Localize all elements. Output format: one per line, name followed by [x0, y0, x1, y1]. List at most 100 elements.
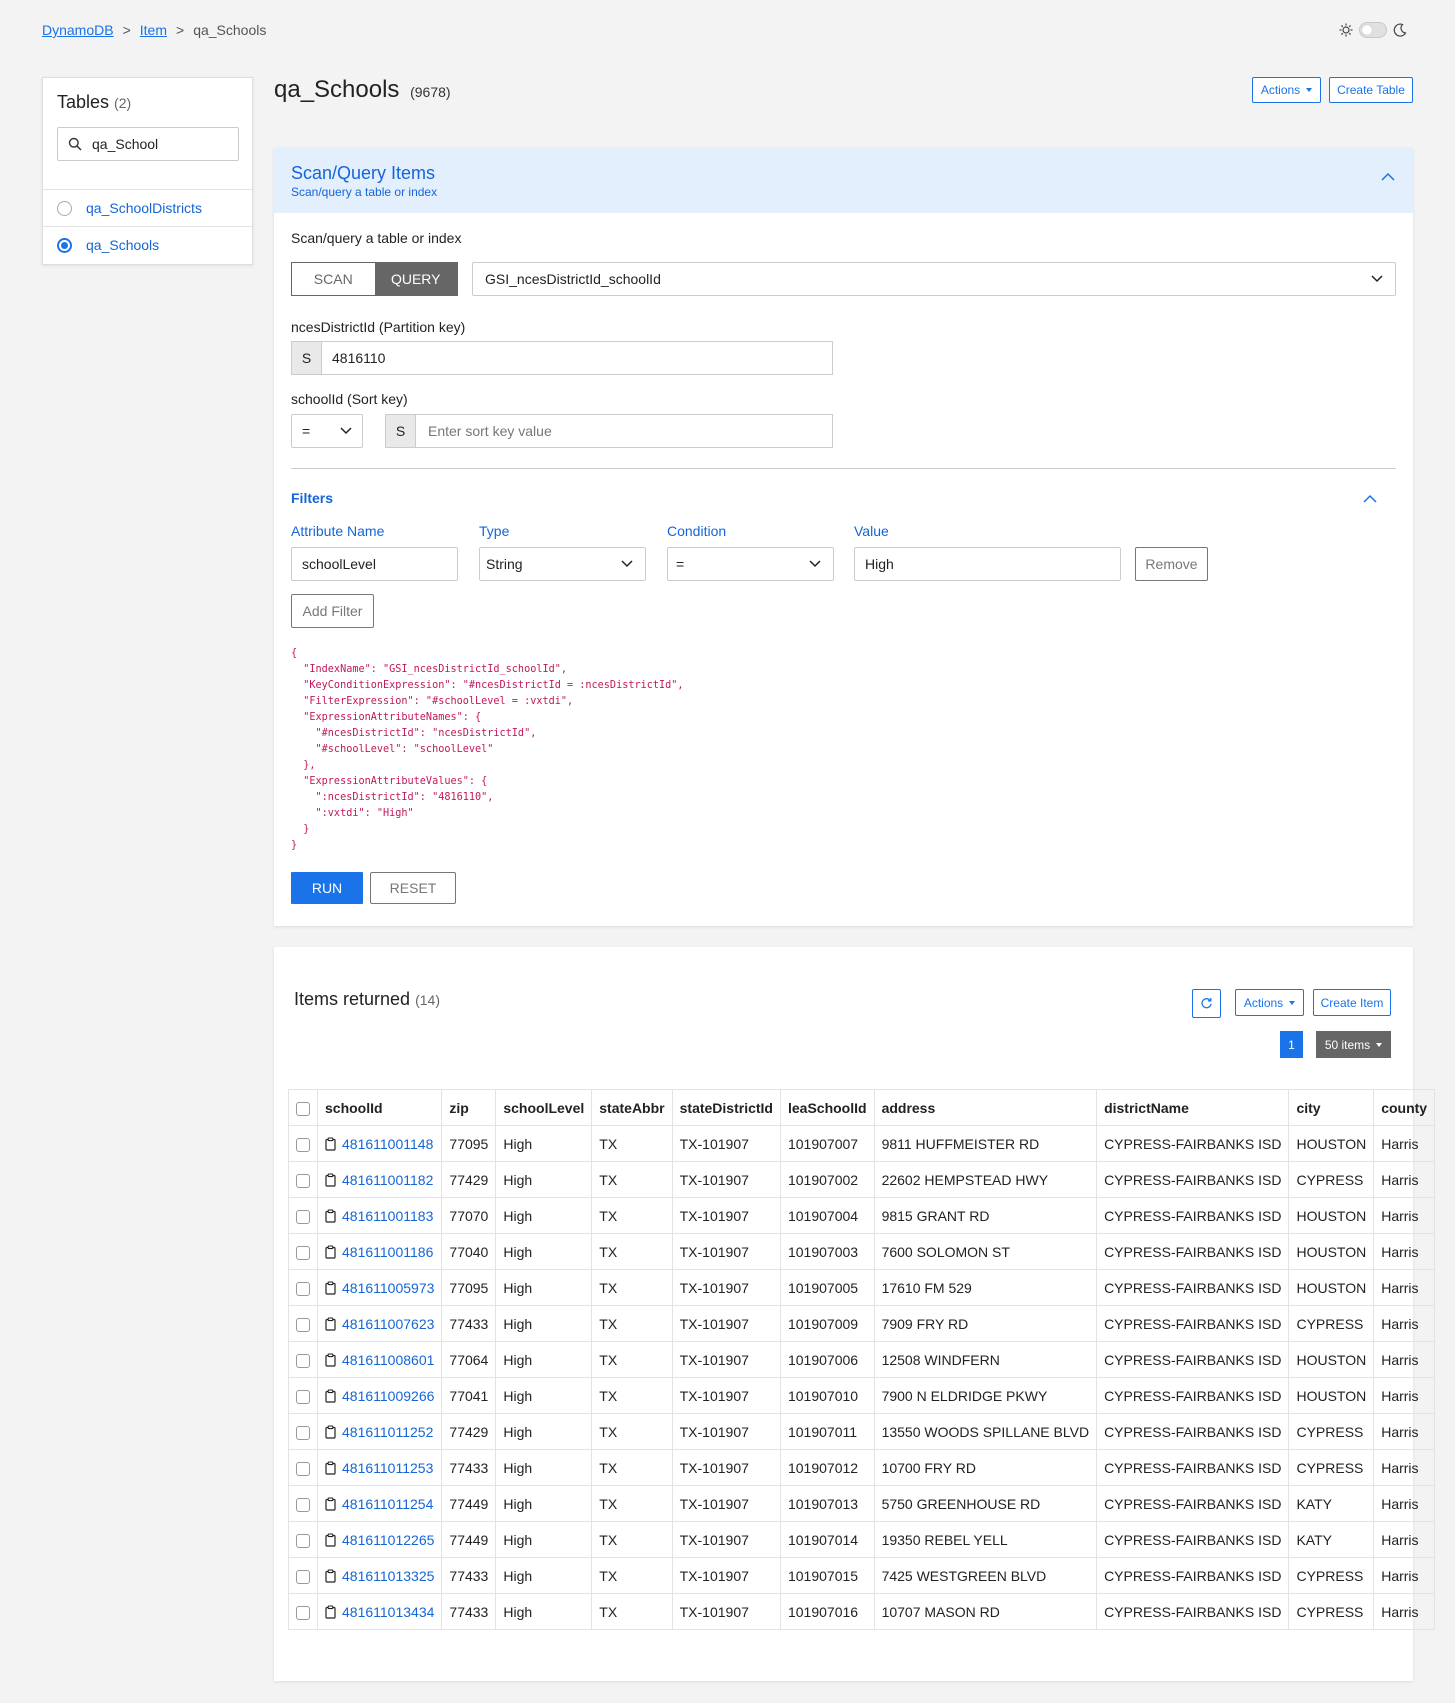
table-row[interactable]: 481611005973 77095 High TX TX-101907 10190700…: [288, 1269, 1436, 1306]
row-checkbox[interactable]: [296, 1173, 310, 1188]
sort-key-input[interactable]: [426, 422, 832, 440]
column-header[interactable]: districtName: [1096, 1089, 1290, 1126]
copy-clipboard-icon[interactable]: [325, 1352, 336, 1367]
filter-type-select[interactable]: String: [479, 547, 646, 581]
run-button[interactable]: RUN: [291, 872, 363, 904]
row-checkbox[interactable]: [296, 1209, 310, 1224]
create-table-button[interactable]: Create Table: [1329, 77, 1413, 103]
row-checkbox[interactable]: [296, 1533, 310, 1548]
row-checkbox[interactable]: [296, 1389, 310, 1404]
table-row[interactable]: 481611011254 77449 High TX TX-101907 10190701…: [288, 1485, 1436, 1522]
table-row[interactable]: 481611001183 77070 High TX TX-101907 10190700…: [288, 1197, 1436, 1234]
theme-toggle[interactable]: [1359, 22, 1387, 38]
row-checkbox[interactable]: [296, 1605, 310, 1620]
page-size-select[interactable]: 50 items: [1316, 1031, 1391, 1058]
table-row[interactable]: 481611012265 77449 High TX TX-101907 10190701…: [288, 1521, 1436, 1558]
select-all-checkbox[interactable]: [296, 1101, 310, 1116]
copy-clipboard-icon[interactable]: [325, 1460, 336, 1475]
school-id-link[interactable]: 481611013434: [342, 1604, 434, 1620]
row-checkbox[interactable]: [296, 1137, 310, 1152]
table-radio[interactable]: [57, 200, 72, 216]
table-name[interactable]: qa_SchoolDistricts: [86, 200, 202, 216]
copy-clipboard-icon[interactable]: [325, 1496, 336, 1511]
items-actions-button[interactable]: Actions: [1235, 989, 1304, 1016]
chevron-up-icon[interactable]: [1363, 494, 1377, 503]
copy-clipboard-icon[interactable]: [325, 1208, 336, 1223]
table-actions-button[interactable]: Actions: [1252, 77, 1321, 103]
column-header[interactable]: county: [1373, 1089, 1436, 1126]
sort-key-field[interactable]: S: [385, 414, 833, 448]
filters-title[interactable]: Filters: [291, 490, 333, 506]
table-row[interactable]: 481611001186 77040 High TX TX-101907 10190700…: [288, 1233, 1436, 1270]
scan-mode-button[interactable]: SCAN: [292, 263, 375, 295]
column-header[interactable]: zip: [441, 1089, 497, 1126]
query-mode-button[interactable]: QUERY: [374, 263, 457, 295]
reset-button[interactable]: RESET: [370, 872, 456, 904]
school-id-link[interactable]: 481611005973: [342, 1280, 434, 1296]
school-id-link[interactable]: 481611013325: [342, 1568, 434, 1584]
school-id-link[interactable]: 481611008601: [342, 1352, 434, 1368]
sidebar-item-qa-schools[interactable]: qa_Schools: [43, 226, 252, 263]
chevron-up-icon[interactable]: [1381, 172, 1395, 181]
column-header[interactable]: address: [873, 1089, 1098, 1126]
refresh-button[interactable]: [1192, 989, 1221, 1018]
row-checkbox[interactable]: [296, 1461, 310, 1476]
copy-clipboard-icon[interactable]: [325, 1568, 336, 1583]
copy-clipboard-icon[interactable]: [325, 1388, 336, 1403]
breadcrumb-item-link[interactable]: Item: [140, 22, 167, 38]
remove-filter-button[interactable]: Remove: [1135, 547, 1208, 581]
row-checkbox[interactable]: [296, 1425, 310, 1440]
table-row[interactable]: 481611007623 77433 High TX TX-101907 10190700…: [288, 1305, 1436, 1342]
copy-clipboard-icon[interactable]: [325, 1424, 336, 1439]
row-checkbox[interactable]: [296, 1281, 310, 1296]
page-1-button[interactable]: 1: [1280, 1031, 1303, 1058]
table-search-input[interactable]: [90, 135, 220, 153]
table-row[interactable]: 481611013325 77433 High TX TX-101907 10190701…: [288, 1557, 1436, 1594]
sidebar-item-qa-schooldistricts[interactable]: qa_SchoolDistricts: [43, 189, 252, 226]
table-radio-selected[interactable]: [57, 237, 72, 253]
row-checkbox[interactable]: [296, 1569, 310, 1584]
index-select[interactable]: GSI_ncesDistrictId_schoolId: [472, 262, 1396, 296]
school-id-link[interactable]: 481611001182: [342, 1172, 433, 1188]
table-name[interactable]: qa_Schools: [86, 237, 159, 253]
table-row[interactable]: 481611001148 77095 High TX TX-101907 10190700…: [288, 1125, 1436, 1162]
scan-query-header[interactable]: Scan/Query Items Scan/query a table or i…: [274, 148, 1413, 213]
column-header[interactable]: leaSchoolId: [779, 1089, 875, 1126]
row-checkbox[interactable]: [296, 1497, 310, 1512]
table-row[interactable]: 481611001182 77429 High TX TX-101907 10190700…: [288, 1161, 1436, 1198]
school-id-link[interactable]: 481611001186: [342, 1244, 433, 1260]
copy-clipboard-icon[interactable]: [325, 1280, 336, 1295]
copy-clipboard-icon[interactable]: [325, 1604, 336, 1619]
table-search[interactable]: [57, 127, 239, 161]
sort-operator-select[interactable]: =: [291, 414, 363, 448]
school-id-link[interactable]: 481611011252: [342, 1424, 433, 1440]
filter-attribute-input[interactable]: schoolLevel: [291, 547, 458, 581]
school-id-link[interactable]: 481611011253: [342, 1460, 433, 1476]
filter-value-input[interactable]: High: [854, 547, 1121, 581]
row-checkbox[interactable]: [296, 1353, 310, 1368]
school-id-link[interactable]: 481611011254: [342, 1496, 433, 1512]
school-id-link[interactable]: 481611009266: [342, 1388, 434, 1404]
column-header[interactable]: schoolId: [316, 1089, 443, 1126]
add-filter-button[interactable]: Add Filter: [291, 594, 374, 628]
column-header[interactable]: stateDistrictId: [671, 1089, 781, 1126]
table-row[interactable]: 481611013434 77433 High TX TX-101907 10190701…: [288, 1593, 1436, 1630]
partition-key-input[interactable]: 4816110: [322, 342, 832, 374]
copy-clipboard-icon[interactable]: [325, 1532, 336, 1547]
school-id-link[interactable]: 481611007623: [342, 1316, 434, 1332]
table-row[interactable]: 481611009266 77041 High TX TX-101907 10190701…: [288, 1377, 1436, 1414]
school-id-link[interactable]: 481611001148: [342, 1136, 433, 1152]
school-id-link[interactable]: 481611012265: [342, 1532, 434, 1548]
create-item-button[interactable]: Create Item: [1313, 989, 1391, 1016]
column-header[interactable]: stateAbbr: [591, 1089, 673, 1126]
copy-clipboard-icon[interactable]: [325, 1172, 336, 1187]
filter-condition-select[interactable]: =: [667, 547, 834, 581]
breadcrumb-dynamodb-link[interactable]: DynamoDB: [42, 22, 114, 38]
table-row[interactable]: 481611011252 77429 High TX TX-101907 10190701…: [288, 1413, 1436, 1450]
table-row[interactable]: 481611011253 77433 High TX TX-101907 10190701…: [288, 1449, 1436, 1486]
table-row[interactable]: 481611008601 77064 High TX TX-101907 10190700…: [288, 1341, 1436, 1378]
copy-clipboard-icon[interactable]: [325, 1136, 336, 1151]
partition-key-field[interactable]: S 4816110: [291, 341, 833, 375]
column-header[interactable]: schoolLevel: [495, 1089, 593, 1126]
copy-clipboard-icon[interactable]: [325, 1244, 336, 1259]
